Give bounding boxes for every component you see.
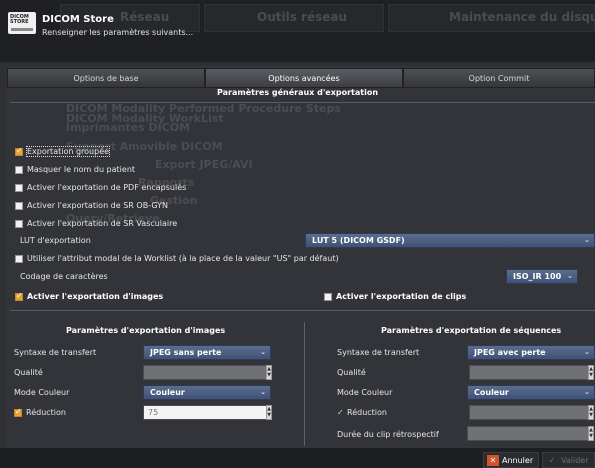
checkbox-masquer-nom-patient[interactable] bbox=[15, 166, 23, 174]
label-codage-caracteres: Codage de caractères bbox=[20, 272, 108, 281]
clip-params-title: Paramètres d'exportation de séquences bbox=[381, 326, 562, 335]
image-syntax-value: JPEG sans perte bbox=[150, 348, 222, 357]
clip-color-mode-select[interactable]: Couleur ⌄ bbox=[467, 385, 595, 400]
spin-arrows-icon[interactable]: ▲ ▼ bbox=[588, 426, 594, 441]
chevron-down-icon: ⌄ bbox=[584, 348, 590, 356]
background-tab-outils-reseau: Outils réseau bbox=[257, 10, 348, 24]
label-clip-duration: Durée du clip rétrospectif bbox=[337, 430, 439, 439]
dialog-title: DICOM Store bbox=[42, 14, 114, 25]
check-icon: ✓ bbox=[548, 456, 556, 465]
check-mark-icon: ✓ bbox=[337, 408, 344, 417]
label-image-quality: Qualité bbox=[14, 368, 43, 377]
spin-arrows-icon[interactable]: ▲ ▼ bbox=[266, 365, 272, 380]
section-title: Paramètres généraux d'exportation bbox=[216, 88, 379, 97]
spin-arrows-icon[interactable]: ▲ ▼ bbox=[266, 405, 272, 420]
label-lut-exportation: LUT d'exportation bbox=[20, 236, 91, 245]
label-image-syntax: Syntaxe de transfert bbox=[14, 348, 97, 357]
clip-syntax-value: JPEG avec perte bbox=[474, 348, 546, 357]
checkbox-image-export[interactable] bbox=[15, 291, 23, 301]
label-sr-ob-gyn[interactable]: Activer l'exportation de SR OB-GYN bbox=[27, 201, 168, 210]
chevron-down-icon: ⌄ bbox=[567, 272, 573, 280]
checkbox-pdf-encapsules[interactable] bbox=[15, 184, 23, 192]
image-syntax-select[interactable]: JPEG sans perte ⌄ bbox=[143, 345, 271, 360]
label-pdf-encapsules[interactable]: Activer l'exportation de PDF encapsulés bbox=[27, 183, 186, 192]
checkbox-sr-ob-gyn[interactable] bbox=[15, 202, 23, 210]
chevron-down-icon: ⌄ bbox=[260, 388, 266, 396]
checkbox-clip-export[interactable] bbox=[324, 293, 332, 301]
clip-color-mode-value: Couleur bbox=[474, 388, 509, 397]
clip-syntax-select[interactable]: JPEG avec perte ⌄ bbox=[467, 345, 595, 360]
label-worklist-modality[interactable]: Utiliser l'attribut modal de la Worklist… bbox=[27, 254, 339, 263]
image-quality-spinbox[interactable]: ▲ ▼ bbox=[143, 365, 272, 380]
checkbox-worklist-modality[interactable] bbox=[15, 255, 23, 263]
charset-select[interactable]: ISO_IR 100 ⌄ bbox=[506, 269, 578, 284]
checkbox-sr-vasculaire[interactable] bbox=[15, 220, 23, 228]
tab-options-de-base[interactable]: Options de base bbox=[7, 68, 205, 88]
validate-button[interactable]: ✓ Valider bbox=[542, 452, 595, 468]
background-tab-maintenance: Maintenance du disque bbox=[449, 10, 595, 24]
checkbox-exportation-groupee[interactable] bbox=[15, 146, 23, 156]
tab-option-commit[interactable]: Option Commit bbox=[403, 68, 595, 88]
label-sr-vasculaire[interactable]: Activer l'exportation de SR Vasculaire bbox=[27, 219, 177, 228]
label-clip-reduction[interactable]: Réduction bbox=[347, 408, 387, 417]
label-image-color-mode: Mode Couleur bbox=[14, 388, 70, 397]
lut-select-value: LUT 5 (DICOM GSDF) bbox=[312, 236, 405, 245]
label-exportation-groupee[interactable]: Exportation groupée bbox=[25, 146, 111, 157]
label-clip-syntax: Syntaxe de transfert bbox=[337, 348, 420, 357]
validate-button-label: Valider bbox=[561, 456, 589, 465]
clip-reduction-spinbox[interactable]: ▲ ▼ bbox=[469, 405, 594, 420]
divider bbox=[10, 310, 595, 311]
vertical-divider bbox=[304, 322, 305, 446]
background-tab-reseau: Réseau bbox=[120, 10, 170, 24]
image-reduction-value: 75 bbox=[148, 408, 159, 417]
label-clip-color-mode: Mode Couleur bbox=[337, 388, 393, 397]
chevron-down-icon: ⌄ bbox=[260, 348, 266, 356]
dialog-subtitle: Renseigner les paramètres suivants... bbox=[42, 28, 194, 37]
image-color-mode-select[interactable]: Couleur ⌄ bbox=[143, 385, 271, 400]
label-clip-export[interactable]: Activer l'exportation de clips bbox=[336, 292, 466, 301]
chevron-down-icon: ⌄ bbox=[584, 236, 590, 244]
dicom-store-icon: DICOM STORE bbox=[8, 12, 36, 34]
cancel-button[interactable]: ✕ Annuler bbox=[483, 452, 539, 468]
clip-duration-spinbox[interactable]: ▲ ▼ bbox=[467, 426, 594, 441]
tab-options-avancees[interactable]: Options avancées bbox=[205, 68, 403, 88]
background-list-item: Export JPEG/AVI bbox=[155, 158, 253, 171]
spin-arrows-icon[interactable]: ▲ ▼ bbox=[588, 365, 594, 380]
cancel-button-label: Annuler bbox=[502, 456, 534, 465]
chevron-down-icon: ⌄ bbox=[584, 388, 590, 396]
label-image-export[interactable]: Activer l'exportation d'images bbox=[27, 292, 163, 301]
divider bbox=[10, 102, 595, 103]
background-list-item: DICOM Modality Performed Procedure Steps bbox=[66, 102, 341, 115]
lut-select[interactable]: LUT 5 (DICOM GSDF) ⌄ bbox=[305, 233, 595, 248]
image-color-mode-value: Couleur bbox=[150, 388, 185, 397]
close-icon: ✕ bbox=[487, 455, 499, 466]
clip-quality-spinbox[interactable]: ▲ ▼ bbox=[469, 365, 594, 380]
label-image-reduction[interactable]: Réduction bbox=[26, 408, 66, 417]
spin-arrows-icon[interactable]: ▲ ▼ bbox=[588, 405, 594, 420]
label-clip-quality: Qualité bbox=[337, 368, 366, 377]
label-masquer-nom-patient[interactable]: Masquer le nom du patient bbox=[27, 165, 135, 174]
charset-select-value: ISO_IR 100 bbox=[513, 272, 562, 281]
image-reduction-spinbox[interactable]: 75 ▲ ▼ bbox=[143, 405, 272, 420]
background-list-item: Imprimantes DICOM bbox=[66, 121, 191, 134]
checkbox-image-reduction[interactable] bbox=[14, 407, 22, 417]
image-params-title: Paramètres d'exportation d'images bbox=[66, 326, 226, 335]
